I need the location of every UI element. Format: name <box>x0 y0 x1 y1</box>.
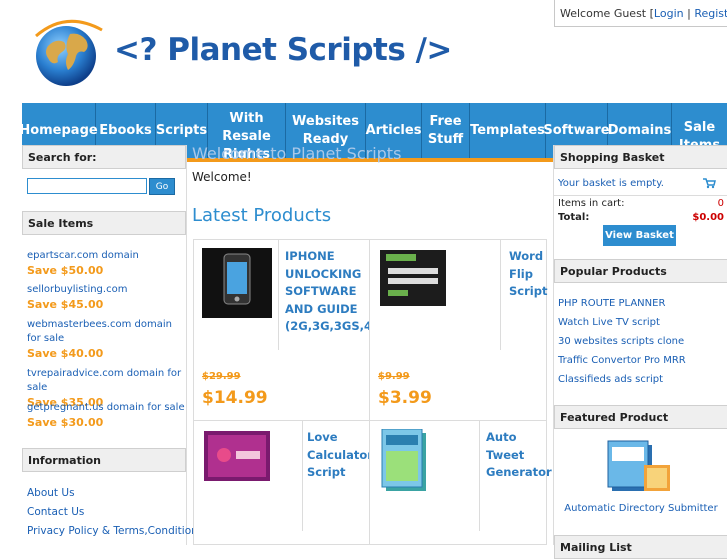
sale-item: epartscar.com domain Save $50.00 <box>27 249 183 279</box>
sale-item-price: Save $30.00 <box>27 416 104 429</box>
product-card: IPHONE UNLOCKING SOFTWARE AND GUIDE (2G,… <box>193 239 381 421</box>
product-old-price: $29.99 <box>202 371 241 382</box>
sale-item-link[interactable]: tvrepairadvice.com domain for sale <box>27 367 185 395</box>
product-old-price: $9.99 <box>378 371 410 382</box>
cell-divider <box>479 421 480 531</box>
search-input[interactable] <box>27 178 147 194</box>
product-name[interactable]: Word Flip Script <box>509 248 549 301</box>
product-image[interactable] <box>380 429 432 497</box>
featured-product-title: Featured Product <box>554 405 727 429</box>
header: <? Planet Scripts /> Welcome Guest [Logi… <box>0 0 727 101</box>
welcome-text: Welcome Guest <box>560 7 647 20</box>
product-card: Love Calculator Script <box>193 420 373 545</box>
product-name[interactable]: Auto Tweet Generator <box>486 429 552 482</box>
product-image[interactable] <box>380 250 446 306</box>
nav-templates[interactable]: Templates <box>470 103 546 158</box>
popular-product-link[interactable]: Classifieds ads script <box>558 374 663 385</box>
popular-products-title: Popular Products <box>554 259 727 283</box>
product-price: $14.99 <box>202 388 268 408</box>
sale-item-price: Save $50.00 <box>27 264 104 277</box>
popular-product-link[interactable]: Traffic Convertor Pro MRR <box>558 355 686 366</box>
items-in-cart-value: 0 <box>717 198 724 209</box>
sale-item-link[interactable]: getpregnant.us domain for sale <box>27 401 185 415</box>
product-name[interactable]: IPHONE UNLOCKING SOFTWARE AND GUIDE (2G,… <box>285 248 381 336</box>
separator: | <box>687 7 691 20</box>
cell-divider <box>500 240 501 350</box>
sale-item: sellorbuylisting.com Save $45.00 <box>27 283 183 313</box>
privacy-policy-link[interactable]: Privacy Policy & Terms,Conditions <box>27 525 203 537</box>
cell-divider <box>302 421 303 531</box>
popular-product-link[interactable]: 30 websites scripts clone <box>558 336 684 347</box>
sale-item: webmasterbees.com domain for sale Save $… <box>27 318 183 362</box>
sale-item-price: Save $45.00 <box>27 298 104 311</box>
popular-product-link[interactable]: PHP ROUTE PLANNER <box>558 298 665 309</box>
nav-free-stuff[interactable]: Free Stuff <box>422 103 470 158</box>
cell-divider <box>278 240 279 350</box>
product-card: Word Flip Script $9.99 $3.99 <box>369 239 547 421</box>
login-link[interactable]: Login <box>654 7 684 20</box>
sale-item-link[interactable]: webmasterbees.com domain for sale <box>27 318 183 346</box>
about-us-link[interactable]: About Us <box>27 487 75 499</box>
welcome-message: Welcome! <box>192 170 252 184</box>
search-go-button[interactable]: Go <box>149 178 175 195</box>
divider <box>554 195 727 196</box>
items-in-cart-label: Items in cart: <box>558 198 625 209</box>
total-value: $0.00 <box>692 212 724 223</box>
product-price: $3.99 <box>378 388 432 408</box>
product-name[interactable]: Love Calculator Script <box>307 429 373 482</box>
featured-product-name[interactable]: Automatic Directory Submitter <box>558 503 724 514</box>
sale-item-link[interactable]: epartscar.com domain <box>27 249 183 263</box>
sale-items-title: Sale Items <box>22 211 186 235</box>
sale-item: getpregnant.us domain for sale Save $30.… <box>27 401 185 431</box>
register-link[interactable]: Register <box>694 7 727 20</box>
view-basket-button[interactable]: View Basket <box>603 225 676 246</box>
shopping-basket-title: Shopping Basket <box>554 145 727 169</box>
sale-item-link[interactable]: sellorbuylisting.com <box>27 283 183 297</box>
total-label: Total: <box>558 212 590 223</box>
popular-product-link[interactable]: Watch Live TV script <box>558 317 660 328</box>
featured-product-image[interactable] <box>604 435 674 497</box>
site-logo-text[interactable]: <? Planet Scripts /> <box>114 32 452 68</box>
product-image[interactable] <box>202 248 272 318</box>
latest-products-title: Latest Products <box>192 205 332 226</box>
right-sidebar: Shopping Basket Your basket is empty. It… <box>553 145 727 559</box>
product-image[interactable] <box>204 431 270 481</box>
globe-logo-icon[interactable] <box>30 12 108 90</box>
cart-icon[interactable] <box>702 177 716 189</box>
left-sidebar: Search for: Go Sale Items epartscar.com … <box>22 145 203 545</box>
information-title: Information <box>22 448 186 472</box>
account-box: Welcome Guest [Login | Register] <box>554 0 727 27</box>
mailing-list-title: Mailing List <box>554 535 727 559</box>
basket-empty-text: Your basket is empty. <box>558 178 664 189</box>
search-box-title: Search for: <box>22 145 186 169</box>
page-title: Welcome to Planet Scripts <box>192 144 402 163</box>
sale-item-price: Save $40.00 <box>27 347 104 360</box>
product-card: Auto Tweet Generator <box>369 420 552 545</box>
contact-us-link[interactable]: Contact Us <box>27 506 84 518</box>
